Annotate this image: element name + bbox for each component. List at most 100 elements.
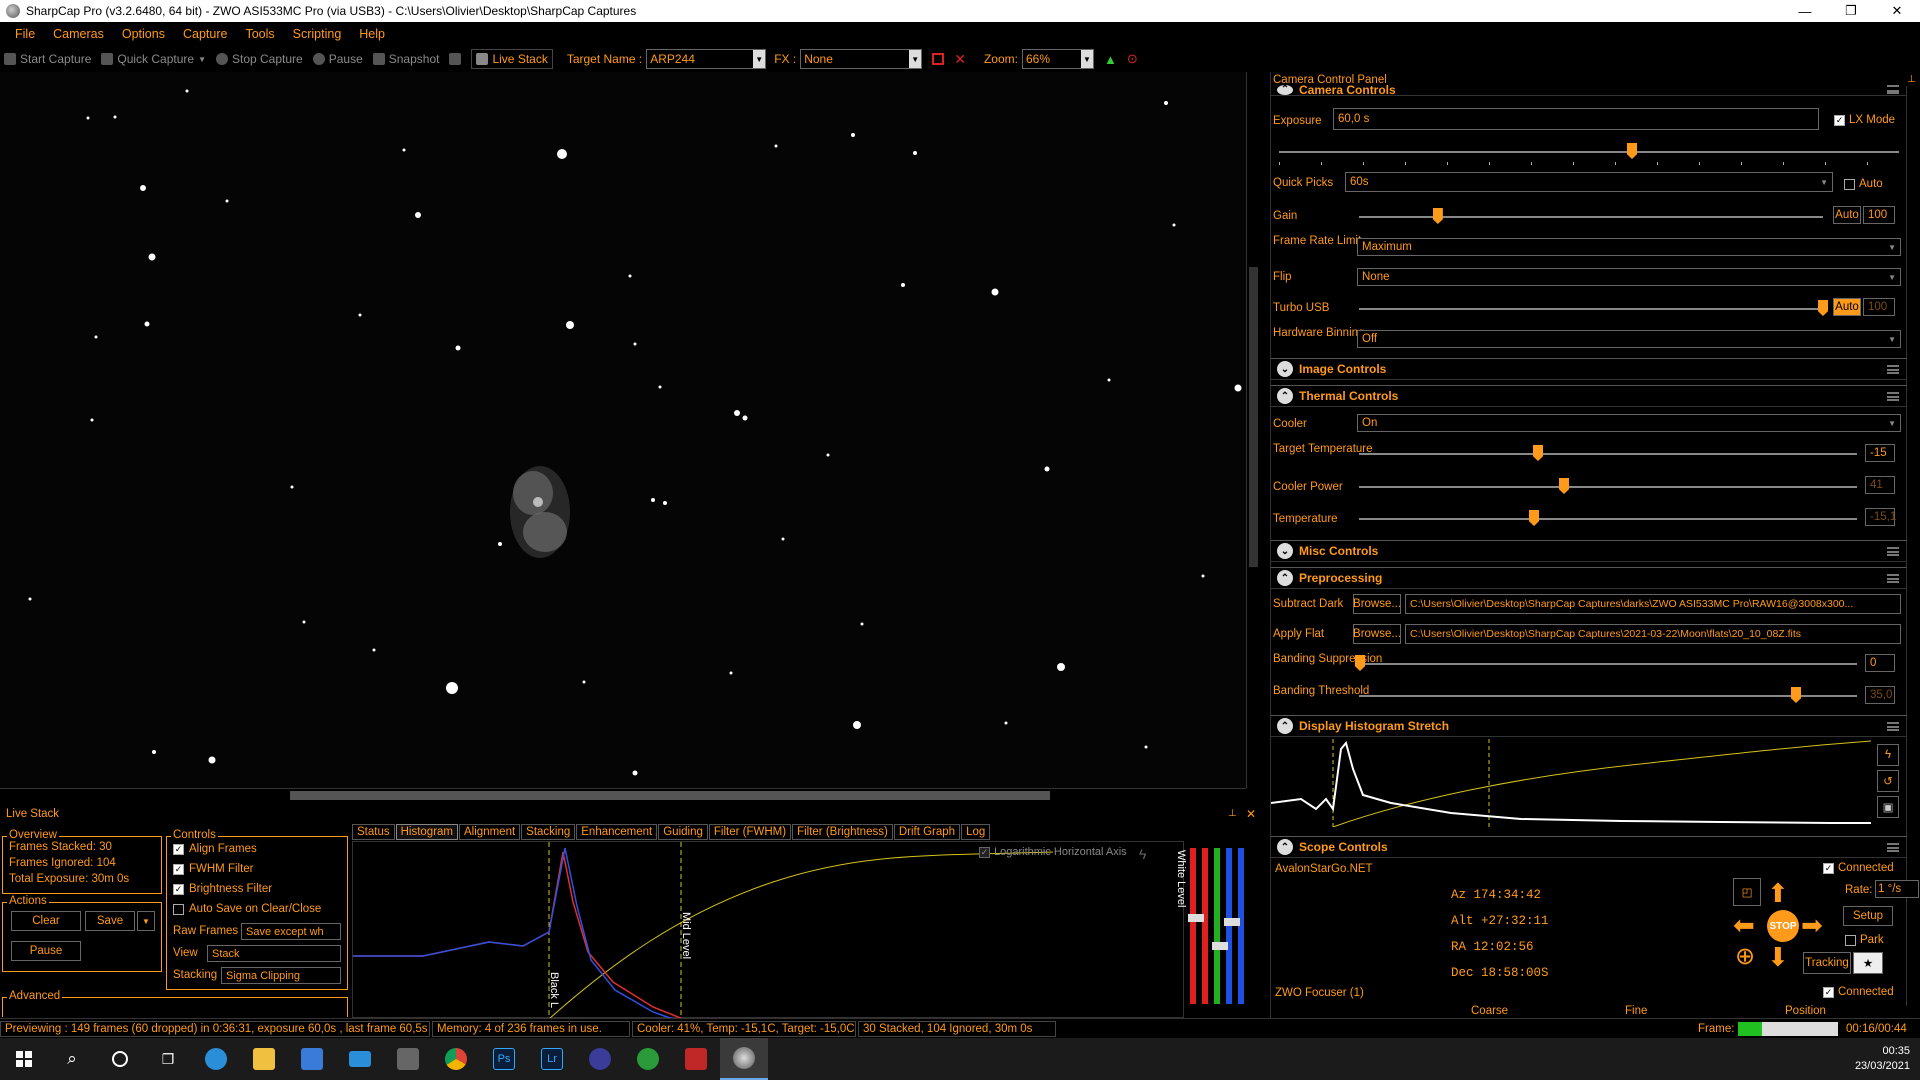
menu-options[interactable]: Options <box>122 27 165 41</box>
tab-guiding[interactable]: Guiding <box>658 824 708 840</box>
task-view-icon[interactable]: ❐ <box>144 1038 192 1080</box>
menu-scripting[interactable]: Scripting <box>293 27 342 41</box>
turbo-usb-slider-thumb[interactable] <box>1818 300 1828 316</box>
live-stack-histogram[interactable]: Black L Mid Level ✓ Logarithmic Horizonta… <box>352 841 1187 1020</box>
cross-icon[interactable]: ✕ <box>954 51 966 68</box>
brightness-filter-checkbox[interactable]: ✓ Brightness Filter <box>173 883 272 895</box>
banding-suppression-input[interactable]: 0 <box>1865 654 1895 672</box>
target-temperature-slider-thumb[interactable] <box>1533 445 1543 461</box>
display-histogram-stretch-graph[interactable] <box>1271 739 1871 827</box>
tab-drift-graph[interactable]: Drift Graph <box>893 824 961 840</box>
clear-button[interactable]: Clear <box>11 911 81 931</box>
menu-file[interactable]: File <box>15 27 35 41</box>
setup-button[interactable]: Setup <box>1843 906 1893 926</box>
quick-capture-button[interactable]: Quick Capture ▼ <box>101 52 206 66</box>
focuser-connected-checkbox[interactable]: ✓ Connected <box>1823 986 1894 998</box>
menu-capture[interactable]: Capture <box>183 27 227 41</box>
ccp-scrollbar[interactable] <box>1906 86 1920 1006</box>
apply-flat-browse-button[interactable]: Browse... <box>1353 624 1401 644</box>
banding-suppression-slider-thumb[interactable] <box>1355 655 1365 671</box>
menu-icon[interactable] <box>1887 546 1899 556</box>
gain-slider-thumb[interactable] <box>1432 208 1443 224</box>
tab-stacking[interactable]: Stacking <box>521 824 576 840</box>
photoshop-icon[interactable]: Ps <box>480 1038 528 1080</box>
scrollbar-thumb[interactable] <box>290 791 1050 800</box>
viewer-vertical-scrollbar[interactable] <box>1246 72 1260 788</box>
chevron-down-icon[interactable]: ▼ <box>137 911 155 931</box>
sharpcap-taskbar-icon[interactable] <box>720 1038 768 1080</box>
section-thermal-controls[interactable]: ⌃ Thermal Controls <box>1271 385 1907 407</box>
hardware-binning-select[interactable]: Off ▼ <box>1357 330 1901 348</box>
zoom-combo[interactable]: 66% ▼ <box>1021 49 1094 69</box>
target-name-combo[interactable]: ARP244 ▼ <box>646 49 767 69</box>
chevron-down-icon[interactable]: ▼ <box>909 50 922 68</box>
live-stack-button[interactable]: Live Stack <box>471 49 553 69</box>
green-slider-thumb[interactable] <box>1212 942 1228 950</box>
chevron-up-icon[interactable]: ⌃ <box>1277 570 1293 586</box>
file-explorer-icon[interactable] <box>240 1038 288 1080</box>
pause-stack-button[interactable]: Pause <box>11 941 81 961</box>
banding-threshold-input[interactable]: 35,0 <box>1865 686 1895 704</box>
blue-slider-thumb[interactable] <box>1224 918 1240 926</box>
log-axis-checkbox[interactable]: ✓ Logarithmic Horizontal Axis <box>979 846 1127 858</box>
banding-threshold-slider-thumb[interactable] <box>1791 687 1801 703</box>
search-icon[interactable]: ⌕ <box>48 1038 96 1080</box>
chevron-up-icon[interactable]: ⌃ <box>1277 839 1293 855</box>
quick-picks-auto-checkbox[interactable]: Auto <box>1844 178 1883 190</box>
north-arrow-icon[interactable]: ⬆ <box>1767 878 1789 909</box>
edge-browser-icon[interactable] <box>192 1038 240 1080</box>
mid-level-marker[interactable]: Mid Level <box>680 912 692 959</box>
auto-save-checkbox[interactable]: Auto Save on Clear/Close <box>173 903 321 915</box>
target-temperature-input[interactable]: -15 <box>1865 444 1895 462</box>
apply-flat-select[interactable]: C:\Users\Olivier\Desktop\SharpCap Captur… <box>1405 624 1901 644</box>
chrome-icon[interactable] <box>432 1038 480 1080</box>
gain-value-input[interactable]: 100 <box>1863 206 1895 224</box>
menu-icon[interactable] <box>1887 85 1899 94</box>
stop-capture-button[interactable]: Stop Capture <box>216 52 303 66</box>
fx-combo[interactable]: None ▼ <box>800 49 923 69</box>
menu-icon[interactable] <box>1887 842 1899 852</box>
stop-slew-button[interactable]: STOP <box>1767 910 1799 942</box>
system-clock[interactable]: 00:35 23/03/2021 <box>1855 1044 1910 1074</box>
section-misc-controls[interactable]: ⌄ Misc Controls <box>1271 540 1907 562</box>
chevron-up-icon[interactable]: ⌃ <box>1277 388 1293 404</box>
fwhm-filter-checkbox[interactable]: ✓ FWHM Filter <box>173 863 254 875</box>
chevron-down-icon[interactable]: ▼ <box>753 50 766 68</box>
rate-select[interactable]: 1 °/s <box>1875 880 1919 898</box>
cooler-select[interactable]: On ▼ <box>1357 414 1901 432</box>
turbo-usb-auto-button[interactable]: Auto <box>1833 298 1861 316</box>
exposure-input[interactable]: 60,0 s <box>1333 108 1819 130</box>
pin-icon[interactable]: ⊥ <box>1228 808 1237 819</box>
close-button[interactable]: ✕ <box>1874 0 1920 22</box>
mail-icon[interactable] <box>336 1038 384 1080</box>
white-level-marker[interactable]: White Level <box>1175 850 1187 907</box>
stacking-select[interactable]: Sigma Clipping <box>221 967 341 984</box>
chevron-up-icon[interactable]: ⌃ <box>1277 84 1293 95</box>
menu-icon[interactable] <box>1887 391 1899 401</box>
scope-connected-checkbox[interactable]: ✓ Connected <box>1823 862 1894 874</box>
start-capture-button[interactable]: Start Capture <box>4 52 91 66</box>
star-icon[interactable]: ★ <box>1853 952 1883 974</box>
color-balance-sliders[interactable] <box>1188 848 1260 1004</box>
section-scope-controls[interactable]: ⌃ Scope Controls <box>1271 836 1907 858</box>
section-camera-controls[interactable]: ⌃ Camera Controls <box>1271 83 1907 97</box>
lightroom-icon[interactable]: Lr <box>528 1038 576 1080</box>
menu-cameras[interactable]: Cameras <box>53 27 104 41</box>
snapshot-button[interactable]: Snapshot <box>372 52 439 66</box>
black-level-marker[interactable]: Black L <box>548 972 560 1008</box>
align-frames-checkbox[interactable]: ✓ Align Frames <box>173 843 257 855</box>
windows-start-icon[interactable] <box>0 1038 48 1080</box>
subtract-dark-select[interactable]: C:\Users\Olivier\Desktop\SharpCap Captur… <box>1405 594 1901 614</box>
section-preprocessing[interactable]: ⌃ Preprocessing <box>1271 567 1907 589</box>
banding-threshold-slider[interactable] <box>1359 695 1857 697</box>
raw-frames-select[interactable]: Save except wh <box>241 923 341 940</box>
target-center-icon[interactable]: ⊕ <box>1735 942 1755 971</box>
display-settings-button[interactable] <box>449 53 462 65</box>
histogram-tool-icon[interactable]: ▲ <box>1104 52 1117 67</box>
chevron-down-icon[interactable]: ⌄ <box>1277 543 1293 559</box>
viewer-horizontal-scrollbar[interactable] <box>0 788 1246 802</box>
menu-icon[interactable] <box>1887 573 1899 583</box>
chevron-down-icon[interactable]: ▼ <box>198 55 206 64</box>
section-image-controls[interactable]: ⌄ Image Controls <box>1271 358 1907 380</box>
tracking-button[interactable]: Tracking <box>1803 952 1851 974</box>
